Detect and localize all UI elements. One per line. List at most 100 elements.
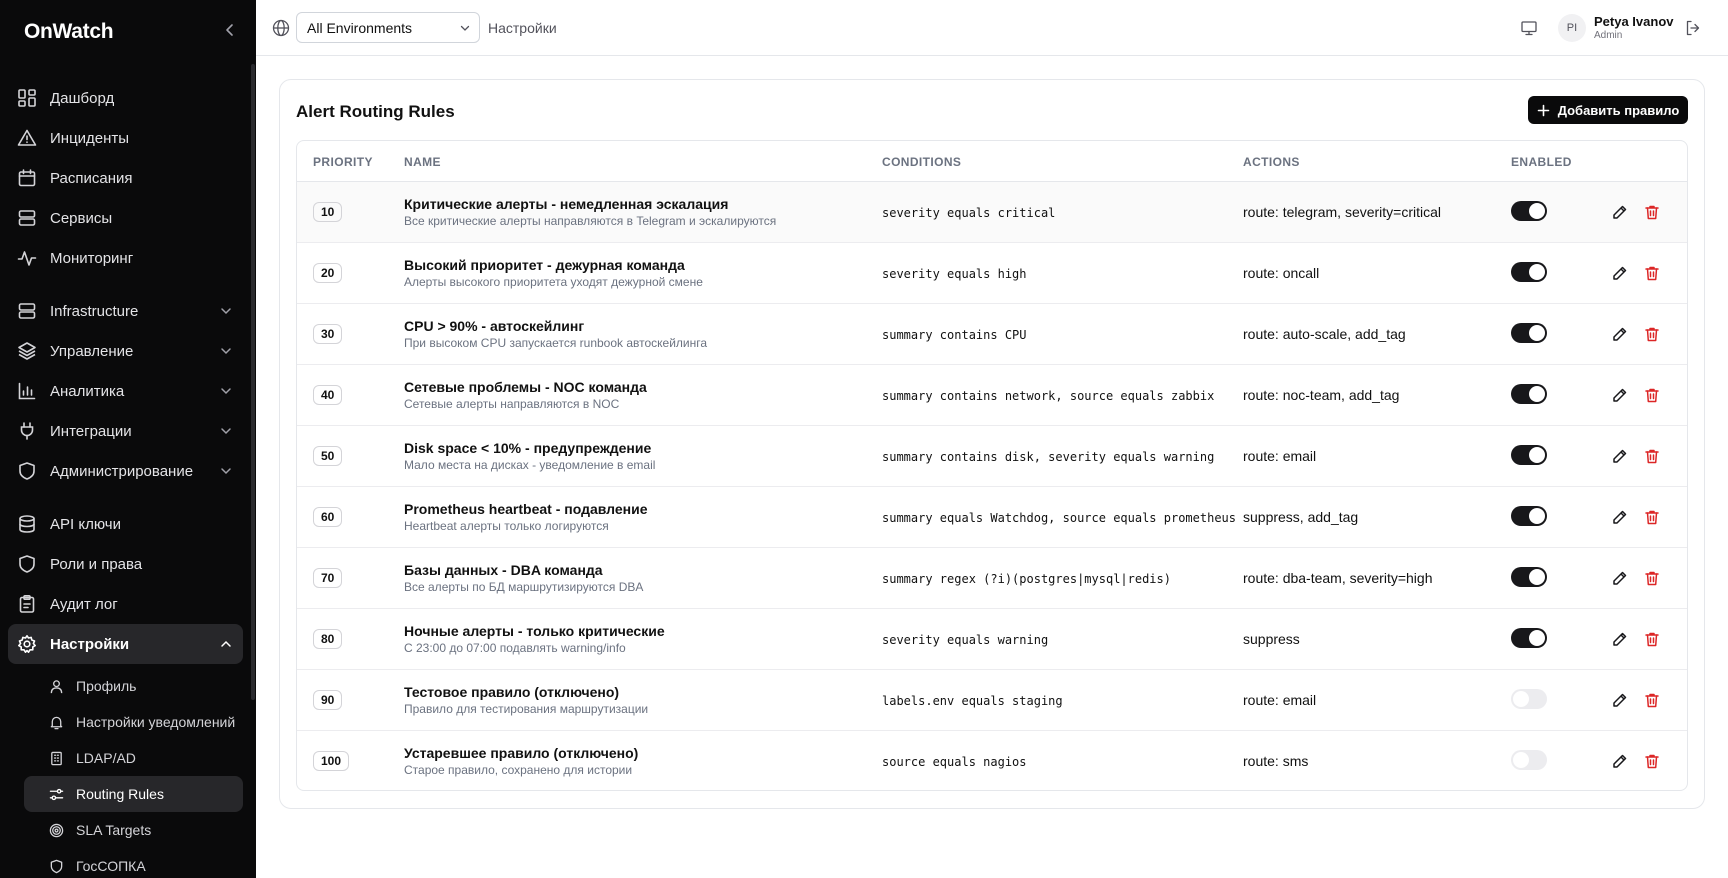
sidebar-subitem-profile[interactable]: Профиль xyxy=(24,668,243,704)
enabled-toggle[interactable] xyxy=(1511,506,1547,526)
environment-select[interactable]: All Environments xyxy=(296,12,480,43)
trash-icon[interactable] xyxy=(1644,204,1660,220)
column-header-actions: ACTIONS xyxy=(1243,155,1300,169)
rule-conditions: summary contains disk, severity equals w… xyxy=(882,450,1215,464)
sidebar-item-label: Настройки xyxy=(50,635,130,653)
rule-name: CPU > 90% - автоскейлинг xyxy=(404,318,585,334)
priority-badge: 20 xyxy=(313,263,343,283)
trash-icon[interactable] xyxy=(1644,631,1660,647)
trash-icon[interactable] xyxy=(1644,570,1660,586)
sidebar-group-integrations[interactable]: Интеграции xyxy=(8,411,243,451)
trash-icon[interactable] xyxy=(1644,509,1660,525)
enabled-toggle[interactable] xyxy=(1511,201,1547,221)
rule-actions: route: noc-team, add_tag xyxy=(1243,387,1400,403)
sidebar-group-management[interactable]: Управление xyxy=(8,331,243,371)
sidebar-subitem-ldap[interactable]: LDAP/AD xyxy=(24,740,243,776)
trash-icon[interactable] xyxy=(1644,753,1660,769)
monitor-icon[interactable] xyxy=(1520,19,1538,37)
sidebar-scrollbar[interactable] xyxy=(251,64,255,700)
enabled-toggle[interactable] xyxy=(1511,445,1547,465)
table-row[interactable]: 40 Сетевые проблемы - NOC команда Сетевы… xyxy=(297,365,1687,426)
enabled-toggle[interactable] xyxy=(1511,628,1547,648)
sidebar-group-administration[interactable]: Администрирование xyxy=(8,451,243,491)
enabled-toggle[interactable] xyxy=(1511,262,1547,282)
sidebar-subitem-label: Профиль xyxy=(76,678,137,694)
sidebar-item-schedules[interactable]: Расписания xyxy=(8,158,243,198)
sidebar-group-analytics[interactable]: Аналитика xyxy=(8,371,243,411)
plus-icon xyxy=(1537,104,1549,116)
table-row[interactable]: 30 CPU > 90% - автоскейлинг При высоком … xyxy=(297,304,1687,365)
table-row[interactable]: 20 Высокий приоритет - дежурная команда … xyxy=(297,243,1687,304)
trash-icon[interactable] xyxy=(1644,265,1660,281)
edit-icon[interactable] xyxy=(1612,692,1628,708)
sidebar-item-settings[interactable]: Настройки xyxy=(8,624,243,664)
sidebar-subitem-notifications[interactable]: Настройки уведомлений xyxy=(24,704,243,740)
sidebar-item-label: Мониторинг xyxy=(50,249,134,267)
rule-actions: suppress xyxy=(1243,631,1300,647)
table-row[interactable]: 80 Ночные алерты - только критические С … xyxy=(297,609,1687,670)
sidebar-item-label: Аудит лог xyxy=(50,595,118,613)
trash-icon[interactable] xyxy=(1644,387,1660,403)
edit-icon[interactable] xyxy=(1612,204,1628,220)
chevron-down-icon xyxy=(221,468,231,475)
target-icon xyxy=(48,822,64,838)
table-row[interactable]: 60 Prometheus heartbeat - подавление Hea… xyxy=(297,487,1687,548)
calendar-icon xyxy=(16,167,38,189)
sidebar-subitem-routing-rules[interactable]: Routing Rules xyxy=(24,776,243,812)
sidebar-subitem-label: Настройки уведомлений xyxy=(76,714,236,730)
sidebar-subitem-gossopka[interactable]: ГосСОПКА xyxy=(24,848,243,878)
activity-icon xyxy=(16,247,38,269)
table-row[interactable]: 70 Базы данных - DBA команда Все алерты … xyxy=(297,548,1687,609)
priority-badge: 100 xyxy=(313,751,350,771)
sidebar-item-incidents[interactable]: Инциденты xyxy=(8,118,243,158)
sidebar-item-api-keys[interactable]: API ключи xyxy=(8,504,243,544)
edit-icon[interactable] xyxy=(1612,448,1628,464)
trash-icon[interactable] xyxy=(1644,326,1660,342)
server-icon xyxy=(16,300,38,322)
table-row[interactable]: 50 Disk space < 10% - предупреждение Мал… xyxy=(297,426,1687,487)
trash-icon[interactable] xyxy=(1644,692,1660,708)
avatar[interactable]: PI xyxy=(1558,14,1586,42)
trash-icon[interactable] xyxy=(1644,448,1660,464)
table-row[interactable]: 10 Критические алерты - немедленная эска… xyxy=(297,182,1687,243)
page-title: Alert Routing Rules xyxy=(296,102,455,121)
sidebar-subitem-sla-targets[interactable]: SLA Targets xyxy=(24,812,243,848)
rule-conditions: summary regex (?i)(postgres|mysql|redis) xyxy=(882,572,1171,586)
add-rule-button[interactable]: Добавить правило xyxy=(1528,96,1688,124)
enabled-toggle[interactable] xyxy=(1511,567,1547,587)
enabled-toggle[interactable] xyxy=(1511,384,1547,404)
rule-name: Ночные алерты - только критические xyxy=(404,623,665,639)
edit-icon[interactable] xyxy=(1612,753,1628,769)
column-header-priority: PRIORITY xyxy=(313,155,373,169)
enabled-toggle[interactable] xyxy=(1511,750,1547,770)
rule-actions: route: telegram, severity=critical xyxy=(1243,204,1442,220)
edit-icon[interactable] xyxy=(1612,631,1628,647)
shield-icon xyxy=(16,553,38,575)
chevron-down-icon xyxy=(221,308,231,315)
sidebar-item-services[interactable]: Сервисы xyxy=(8,198,243,238)
sidebar-item-roles[interactable]: Роли и права xyxy=(8,544,243,584)
sidebar-item-label: Аналитика xyxy=(50,382,125,400)
edit-icon[interactable] xyxy=(1612,387,1628,403)
enabled-toggle[interactable] xyxy=(1511,689,1547,709)
rule-description: Правило для тестирования маршрутизации xyxy=(404,702,649,716)
sidebar-group-infrastructure[interactable]: Infrastructure xyxy=(8,291,243,331)
table-row[interactable]: 90 Тестовое правило (отключено) Правило … xyxy=(297,670,1687,731)
sidebar-item-label: API ключи xyxy=(50,515,121,533)
table-row[interactable]: 100 Устаревшее правило (отключено) Старо… xyxy=(297,731,1687,790)
edit-icon[interactable] xyxy=(1612,326,1628,342)
chevron-down-icon xyxy=(221,348,231,355)
edit-icon[interactable] xyxy=(1612,509,1628,525)
sidebar-item-monitoring[interactable]: Мониторинг xyxy=(8,238,243,278)
sidebar-item-audit-log[interactable]: Аудит лог xyxy=(8,584,243,624)
collapse-sidebar-icon[interactable] xyxy=(222,22,238,38)
sidebar-item-dashboard[interactable]: Дашборд xyxy=(8,78,243,118)
logout-icon[interactable] xyxy=(1684,19,1702,37)
edit-icon[interactable] xyxy=(1612,265,1628,281)
chevron-up-icon xyxy=(221,640,231,647)
user-name: Petya Ivanov xyxy=(1594,14,1674,29)
edit-icon[interactable] xyxy=(1612,570,1628,586)
rule-conditions: summary contains CPU xyxy=(882,328,1027,342)
enabled-toggle[interactable] xyxy=(1511,323,1547,343)
breadcrumb[interactable]: Настройки xyxy=(488,20,557,36)
